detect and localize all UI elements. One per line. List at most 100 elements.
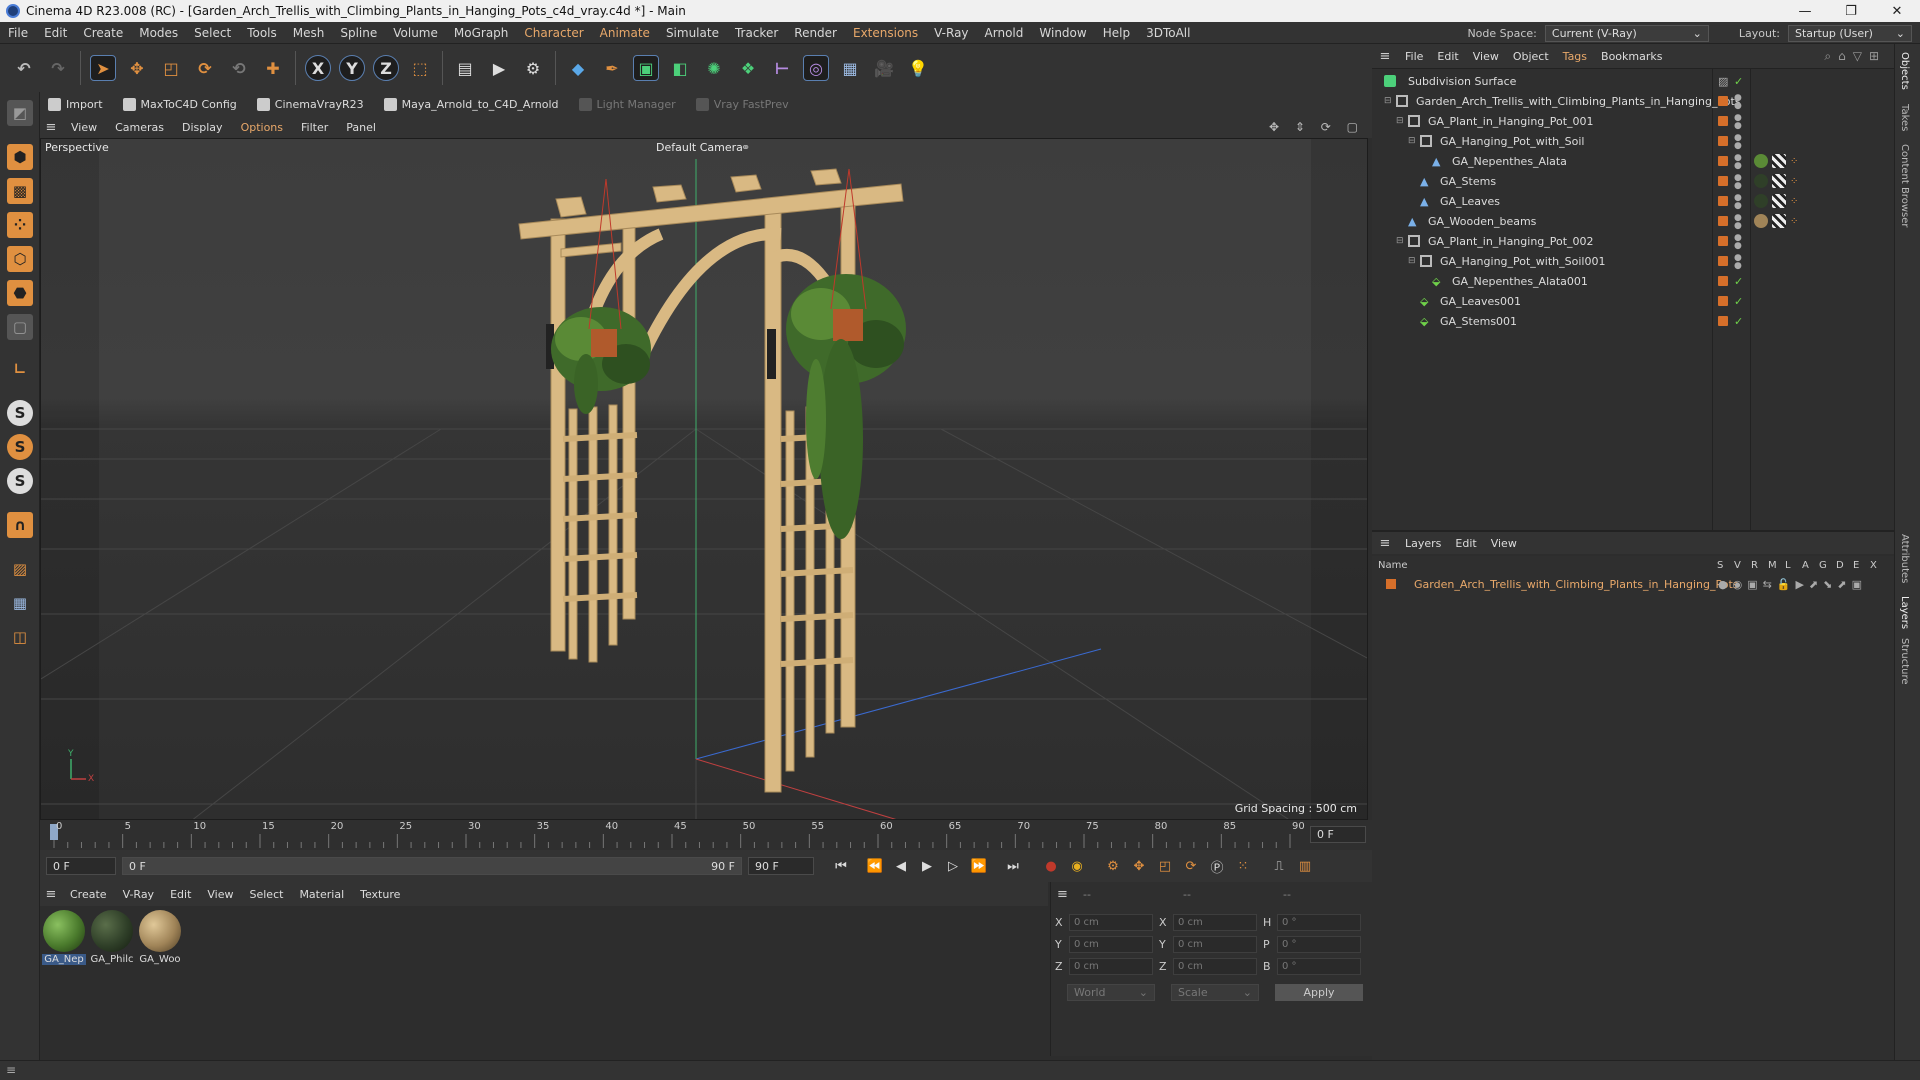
extrude-button[interactable]: ◧ xyxy=(664,50,696,86)
x-axis-lock-button[interactable]: X xyxy=(302,50,334,86)
menu-window[interactable]: Window xyxy=(1031,26,1094,40)
move-tool-button[interactable]: ✥ xyxy=(121,50,153,86)
rot-b-field[interactable]: 0 ° xyxy=(1277,957,1361,975)
timeline-window-button[interactable]: ⎍ xyxy=(1266,854,1292,878)
menu-arnold[interactable]: Arnold xyxy=(977,26,1032,40)
object-row-plant-pot-001[interactable]: ⊟ GA_Plant_in_Hanging_Pot_001 ● ● xyxy=(1372,111,1894,131)
material-menu-texture[interactable]: Texture xyxy=(352,888,408,901)
material-menu-select[interactable]: Select xyxy=(242,888,292,901)
scale-key-button[interactable]: ◰ xyxy=(1152,854,1178,878)
make-editable-button[interactable]: ◩ xyxy=(4,98,36,128)
cloner-button[interactable]: ✺ xyxy=(698,50,730,86)
render-settings-button[interactable]: ⚙ xyxy=(517,50,549,86)
layer-menu-view[interactable]: View xyxy=(1484,537,1524,550)
menu-mesh[interactable]: Mesh xyxy=(285,26,333,40)
quantize-button[interactable]: S xyxy=(4,466,36,496)
menu-help[interactable]: Help xyxy=(1095,26,1138,40)
enabled-check-icon[interactable]: ✓ xyxy=(1734,75,1743,88)
layer-color-swatch[interactable] xyxy=(1718,256,1728,266)
keyframe-selection-button[interactable]: ⚙ xyxy=(1100,854,1126,878)
apply-button[interactable]: Apply xyxy=(1275,983,1363,1001)
visibility-dots-icon[interactable]: ● ● xyxy=(1734,154,1742,171)
hamburger-icon[interactable]: ≡ xyxy=(1372,49,1398,64)
minimize-button[interactable]: — xyxy=(1782,0,1828,22)
material-tag-icon[interactable] xyxy=(1754,194,1768,208)
rot-h-field[interactable]: 0 ° xyxy=(1277,913,1361,931)
pen-spline-button[interactable]: ✒ xyxy=(596,50,628,86)
menu-select[interactable]: Select xyxy=(186,26,239,40)
tab-structure[interactable]: Structure xyxy=(1899,638,1910,685)
layer-color-swatch[interactable] xyxy=(1718,316,1728,326)
camera-button[interactable]: 🎥 xyxy=(868,50,900,86)
layer-menu-layers[interactable]: Layers xyxy=(1398,537,1448,550)
visibility-dots-icon[interactable]: ● ● xyxy=(1734,114,1742,131)
current-frame-field[interactable]: 0 F xyxy=(1310,826,1366,843)
visibility-dots-icon[interactable]: ● ● xyxy=(1734,254,1742,271)
tab-content-browser[interactable]: Content Browser xyxy=(1899,144,1910,227)
size-z-field[interactable]: 0 cm xyxy=(1173,957,1257,975)
layer-color-swatch[interactable] xyxy=(1718,156,1728,166)
texture-mode-button[interactable]: ▩ xyxy=(4,176,36,206)
uvw-tag-icon[interactable] xyxy=(1772,174,1786,188)
menu-vray[interactable]: V-Ray xyxy=(926,26,976,40)
rotation-key-button[interactable]: ⟳ xyxy=(1178,854,1204,878)
viewport-menu-options[interactable]: Options xyxy=(232,121,292,134)
locked-workplane-button[interactable]: ◫ xyxy=(4,622,36,652)
object-menu-bookmarks[interactable]: Bookmarks xyxy=(1594,50,1669,63)
next-key-button[interactable]: ⏩ xyxy=(966,854,992,878)
motion-layer-button[interactable]: ▥ xyxy=(1292,854,1318,878)
axis-grid-button[interactable]: ▨ xyxy=(4,554,36,584)
frame-range-slider[interactable]: 0 F 90 F xyxy=(122,857,742,875)
scale-mode-dropdown[interactable]: Scale ⌄ xyxy=(1171,983,1259,1001)
menu-tracker[interactable]: Tracker xyxy=(727,26,786,40)
selection-tag-icon[interactable]: ⁘ xyxy=(1790,216,1800,227)
uvw-tag-icon[interactable] xyxy=(1772,214,1786,228)
menu-extensions[interactable]: Extensions xyxy=(845,26,926,40)
tab-attributes[interactable]: Attributes xyxy=(1899,534,1910,583)
light-manager-button[interactable]: Light Manager xyxy=(571,97,684,111)
rotate-tool-button[interactable]: ⟳ xyxy=(189,50,221,86)
tab-takes[interactable]: Takes xyxy=(1899,104,1910,131)
visibility-dots-icon[interactable]: ● ● xyxy=(1734,174,1742,191)
polygons-mode-button[interactable]: ⬣ xyxy=(4,278,36,308)
redo-button[interactable]: ↷ xyxy=(42,50,74,86)
enabled-check-icon[interactable]: ✓ xyxy=(1734,295,1743,308)
rot-p-field[interactable]: 0 ° xyxy=(1277,935,1361,953)
record-keys-button[interactable]: ● xyxy=(1038,854,1064,878)
z-axis-lock-button[interactable]: Z xyxy=(370,50,402,86)
hamburger-icon[interactable]: ≡ xyxy=(1057,887,1068,902)
floor-button[interactable]: ▦ xyxy=(834,50,866,86)
visibility-dots-icon[interactable]: ● ● xyxy=(1734,234,1742,251)
menu-tools[interactable]: Tools xyxy=(239,26,285,40)
previous-frame-button[interactable]: ◀ xyxy=(888,854,914,878)
model-mode-button[interactable]: ⬢ xyxy=(4,142,36,172)
recent-tool-button[interactable]: ⟲ xyxy=(223,50,255,86)
selection-tag-icon[interactable]: ⁘ xyxy=(1790,196,1800,207)
scale-tool-button[interactable]: ◰ xyxy=(155,50,187,86)
object-menu-tags[interactable]: Tags xyxy=(1556,50,1594,63)
menu-character[interactable]: Character xyxy=(516,26,591,40)
material-swatch[interactable]: GA_Philc xyxy=(90,910,134,965)
object-menu-file[interactable]: File xyxy=(1398,50,1430,63)
visibility-dots-icon[interactable]: ● ● xyxy=(1734,94,1742,111)
object-row-nepenthes[interactable]: ▲ GA_Nepenthes_Alata ● ● ⁘ xyxy=(1372,151,1894,171)
layer-color-swatch[interactable] xyxy=(1718,276,1728,286)
material-menu-edit[interactable]: Edit xyxy=(162,888,199,901)
menu-3dtoall[interactable]: 3DToAll xyxy=(1138,26,1198,40)
object-row-stems-001[interactable]: ⬙ GA_Stems001 ✓ xyxy=(1372,311,1894,331)
tab-objects[interactable]: Objects xyxy=(1899,52,1910,90)
subdivision-surface-button[interactable]: ▣ xyxy=(630,50,662,86)
layer-color-swatch[interactable] xyxy=(1718,216,1728,226)
hamburger-icon[interactable]: ≡ xyxy=(40,120,62,135)
enabled-check-icon[interactable]: ✓ xyxy=(1734,275,1743,288)
collapse-icon[interactable]: ⊟ xyxy=(1384,96,1392,106)
y-axis-lock-button[interactable]: Y xyxy=(336,50,368,86)
end-frame-field[interactable]: 90 F xyxy=(748,857,814,875)
pos-z-field[interactable]: 0 cm xyxy=(1069,957,1153,975)
auto-keying-button[interactable]: ◉ xyxy=(1064,854,1090,878)
undo-button[interactable]: ↶ xyxy=(8,50,40,86)
material-swatch[interactable]: GA_Woo xyxy=(138,910,182,965)
layer-color-swatch[interactable] xyxy=(1718,136,1728,146)
render-to-picture-viewer-button[interactable]: ▶ xyxy=(483,50,515,86)
object-menu-object[interactable]: Object xyxy=(1506,50,1556,63)
